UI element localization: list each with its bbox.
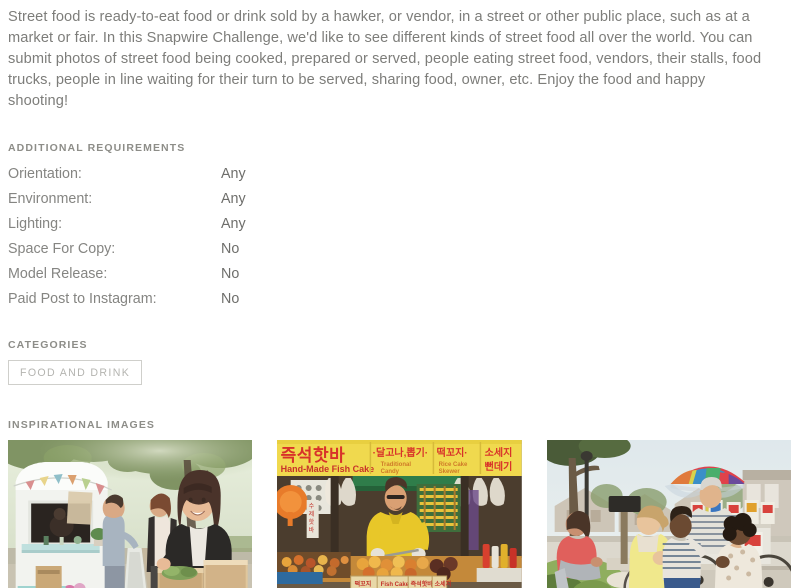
- svg-text:Skewer: Skewer: [439, 469, 461, 475]
- requirements-table: Orientation: Any Environment: Any Lighti…: [8, 162, 246, 312]
- svg-text:소세지: 소세지: [485, 446, 513, 459]
- requirement-label: Lighting:: [8, 216, 63, 232]
- svg-text:·달고나,뽑기·: ·달고나,뽑기·: [373, 446, 428, 459]
- requirement-label: Environment:: [8, 191, 93, 207]
- inspirational-images-section: INSPIRATIONAL IMAGES 즉석핫바 ·달고나,뽑기· 떡꼬지· …: [8, 419, 791, 588]
- inspirational-image-3[interactable]: [546, 440, 791, 588]
- requirement-value: Any: [221, 216, 246, 232]
- svg-text:Traditional: Traditional: [381, 462, 412, 468]
- additional-requirements-section: ADDITIONAL REQUIREMENTS Orientation: Any…: [8, 142, 791, 312]
- food-truck-photo: [8, 440, 253, 588]
- svg-text:뻔데기: 뻔데기: [485, 460, 513, 473]
- requirement-value: No: [221, 241, 240, 257]
- svg-text:떡꼬지·: 떡꼬지·: [437, 446, 468, 459]
- korean-street-food-stall-photo: 즉석핫바 ·달고나,뽑기· 떡꼬지· 소세지 뻔데기 Hand-Made Fis…: [277, 440, 522, 588]
- requirement-label: Orientation:: [8, 166, 82, 182]
- additional-requirements-heading: ADDITIONAL REQUIREMENTS: [8, 142, 186, 154]
- svg-text:Hand-Made Fish Cake: Hand-Made Fish Cake: [281, 464, 375, 474]
- requirement-label: Paid Post to Instagram:: [8, 291, 157, 307]
- requirement-label: Model Release:: [8, 266, 108, 282]
- table-row: Model Release: No: [8, 262, 246, 287]
- table-row: Paid Post to Instagram: No: [8, 287, 246, 312]
- requirement-value: No: [221, 266, 240, 282]
- requirement-label: Space For Copy:: [8, 241, 116, 257]
- inspirational-image-1[interactable]: [8, 440, 253, 588]
- svg-text:수: 수: [309, 503, 315, 510]
- categories-section: CATEGORIES FOOD AND DRINK: [8, 339, 791, 385]
- svg-text:Candy: Candy: [381, 469, 400, 475]
- requirement-value: Any: [221, 191, 246, 207]
- table-row: Space For Copy: No: [8, 237, 246, 262]
- challenge-brief-page: Street food is ready-to-eat food or drin…: [0, 0, 799, 588]
- category-chip-food-and-drink[interactable]: FOOD AND DRINK: [8, 360, 143, 385]
- svg-text:즉석핫바: 즉석핫바: [281, 445, 346, 465]
- svg-text:핫: 핫: [309, 518, 315, 526]
- svg-text:즉석핫바: 즉석핫바: [411, 580, 434, 588]
- categories-heading: CATEGORIES: [8, 339, 88, 351]
- svg-text:Fish Cake: Fish Cake: [381, 582, 410, 588]
- svg-text:제: 제: [309, 510, 315, 518]
- challenge-description: Street food is ready-to-eat food or drin…: [8, 9, 762, 109]
- requirement-value: Any: [221, 166, 246, 182]
- inspirational-images-grid: 즉석핫바 ·달고나,뽑기· 떡꼬지· 소세지 뻔데기 Hand-Made Fis…: [8, 440, 791, 588]
- table-row: Orientation: Any: [8, 162, 246, 187]
- svg-text:소세지: 소세지: [435, 580, 452, 588]
- svg-text:바: 바: [309, 526, 315, 534]
- table-row: Lighting: Any: [8, 212, 246, 237]
- inspirational-images-heading: INSPIRATIONAL IMAGES: [8, 419, 156, 431]
- table-row: Environment: Any: [8, 187, 246, 212]
- svg-text:떡꼬지: 떡꼬지: [355, 580, 372, 588]
- category-chip-row: FOOD AND DRINK: [8, 360, 791, 385]
- svg-text:Rice Cake: Rice Cake: [439, 462, 468, 468]
- ice-cream-cart-photo: [546, 440, 791, 588]
- requirement-value: No: [221, 291, 240, 307]
- inspirational-image-2[interactable]: 즉석핫바 ·달고나,뽑기· 떡꼬지· 소세지 뻔데기 Hand-Made Fis…: [277, 440, 522, 588]
